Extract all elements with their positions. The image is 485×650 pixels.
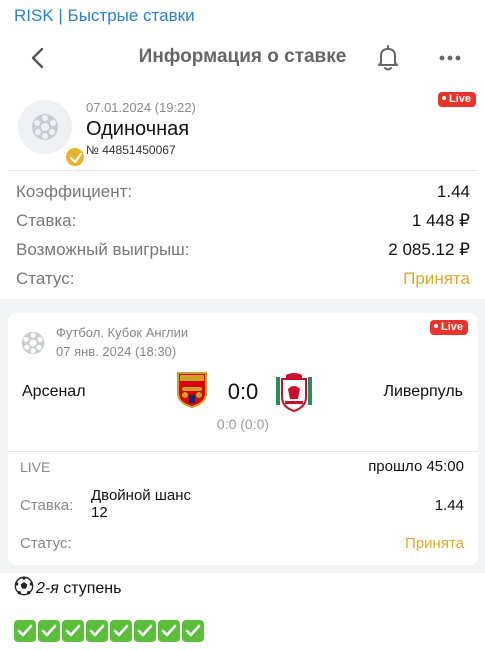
detail-value: 2 085.12 ₽ [388,240,470,259]
home-team-name: Арсенал [22,383,86,400]
avatar [18,100,86,168]
detail-value: 1.44 [436,182,470,201]
live-badge: Live [430,320,469,335]
elapsed-time: прошло 45:00 [368,458,464,475]
live-label: LIVE [20,459,51,475]
divider [8,451,478,452]
channel-header[interactable]: RISK | Быстрые ставки [14,6,195,26]
soccer-ball-icon [14,576,34,596]
top-bar: Информация о ставке [0,36,485,80]
green-check-icon [158,620,180,642]
green-check-icon [62,620,84,642]
more-icon[interactable] [436,46,464,70]
bell-icon[interactable] [374,43,402,73]
green-check-icon [182,620,204,642]
green-check-icon [38,620,60,642]
market: Двойной шанс 12 [91,487,191,521]
detail-label: Коэффициент: [16,182,133,201]
market-outcome: 12 [91,504,108,521]
step-line: 2-я ступень [14,576,121,598]
check-badge-icon [64,146,86,168]
event-date: 07 янв. 2024 (18:30) [56,344,177,359]
green-check-icon [134,620,156,642]
bet-date: 07.01.2024 (19:22) [86,100,196,115]
green-check-icon [86,620,108,642]
divider [8,170,478,171]
step-text: ступень [63,580,122,597]
event-odds: 1.44 [434,497,464,514]
detail-label: Возможный выигрыш: [16,240,190,259]
bet-type: Одиночная [86,118,190,140]
detail-row-stake: Ставка: 1 448 ₽ [16,207,470,236]
arsenal-crest-icon [177,372,207,409]
live-badge: Live [438,92,477,107]
live-badge-label: Live [449,93,472,105]
detail-row-coefficient: Коэффициент: 1.44 [16,178,470,207]
page-title: Информация о ставке [138,46,347,67]
event-card[interactable]: Футбол. Кубок Англии 07 янв. 2024 (18:30… [8,313,478,565]
green-check-icon [110,620,132,642]
detail-label: Ставка: [16,211,77,230]
status-value: Принята [403,269,470,288]
soccer-ball-icon [21,331,45,355]
live-dot-icon [442,96,446,101]
step-number: 2-я [36,580,59,597]
detail-label: Статус: [16,269,75,288]
market-name: Двойной шанс [91,487,192,504]
bet-number: № 44851450067 [86,143,176,157]
green-check-icon [14,620,36,642]
stake-label: Ставка: [20,497,74,514]
bet-summary: 07.01.2024 (19:22) Одиночная № 448514500… [8,92,478,168]
live-dot-icon [434,324,438,329]
detail-value: 1 448 ₽ [411,211,470,230]
detail-row-possible-win: Возможный выигрыш: 2 085.12 ₽ [16,236,470,265]
live-badge-label: Live [441,321,464,333]
away-team-name: Ливерпуль [383,383,463,400]
soccer-ball-icon [32,114,58,140]
status-label: Статус: [20,535,72,552]
event-league: Футбол. Кубок Англии [56,325,189,340]
bet-details: Коэффициент: 1.44 Ставка: 1 448 ₽ Возмож… [16,178,470,294]
detail-row-status: Статус: Принята [16,265,470,294]
score: 0:0 [227,379,259,404]
liverpool-crest-icon [276,373,312,413]
score-detail: 0:0 (0:0) [216,416,270,432]
status-value: Принята [405,535,464,552]
